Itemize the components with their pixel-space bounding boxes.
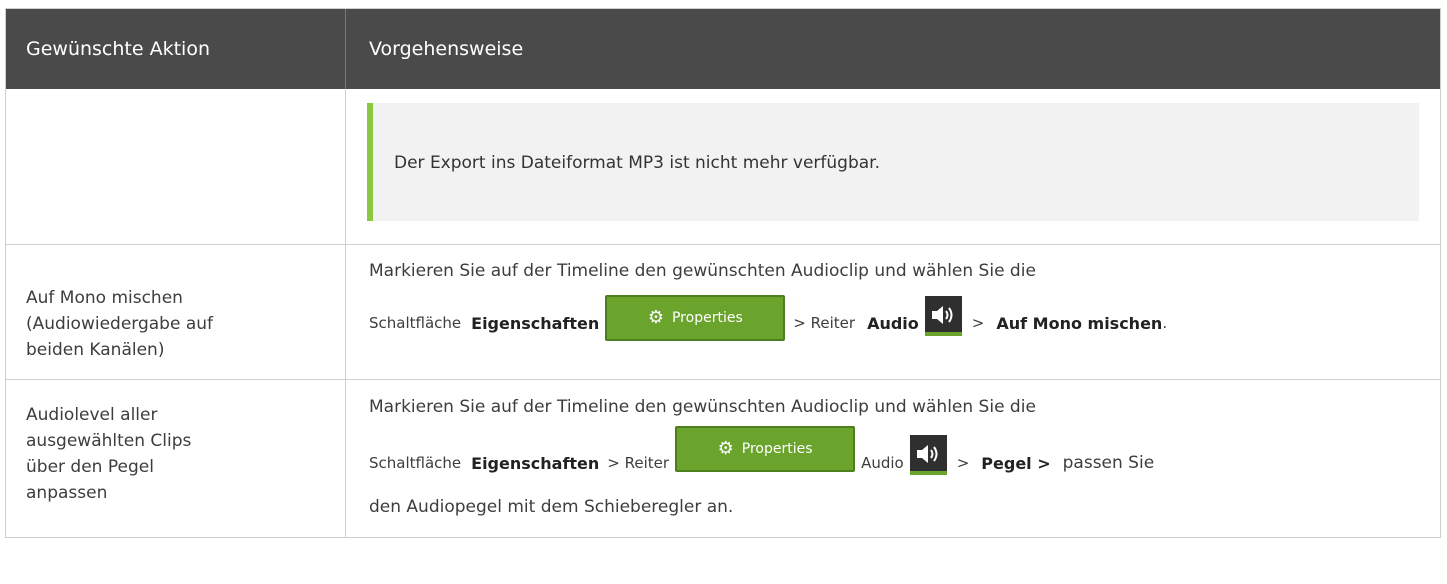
note-box: Der Export ins Dateiformat MP3 ist nicht…	[367, 103, 1419, 221]
procedure-line: Markieren Sie auf der Timeline den gewün…	[369, 397, 1036, 417]
procedure-line: Schaltfläche Eigenschaften > Reiter ⚙ Pr…	[369, 426, 1155, 486]
text-fragment: >	[956, 454, 970, 472]
action-cell-mono: Auf Mono mischen (Audiowiedergabe auf be…	[6, 245, 346, 379]
note-text: Der Export ins Dateiformat MP3 ist nicht…	[394, 153, 880, 173]
action-line: anpassen	[26, 483, 108, 503]
text-fragment: .	[1162, 314, 1168, 332]
mono-label: Auf Mono mischen	[996, 313, 1163, 333]
gear-icon: ⚙	[647, 307, 664, 328]
action-line: (Audiowiedergabe auf	[26, 314, 214, 334]
instructions-table: Gewünschte Aktion Vorgehensweise Der Exp…	[5, 8, 1441, 538]
eigenschaften-label: Eigenschaften	[471, 453, 600, 473]
action-line: über den Pegel	[26, 457, 154, 477]
procedure-cell-mono: Markieren Sie auf der Timeline den gewün…	[346, 245, 1440, 379]
properties-button[interactable]: ⚙ Properties	[605, 295, 786, 341]
procedure-line: Schaltfläche Eigenschaften ⚙ Properties …	[369, 295, 1168, 348]
text-fragment: >	[971, 314, 985, 332]
text-fragment: Audio	[861, 454, 904, 472]
text-fragment: > Reiter	[607, 454, 670, 472]
table-header: Gewünschte Aktion Vorgehensweise	[6, 9, 1440, 89]
speaker-icon-glyph	[931, 306, 953, 324]
procedure-line: Markieren Sie auf der Timeline den gewün…	[369, 261, 1036, 281]
text-fragment: Schaltfläche	[369, 454, 462, 472]
table-row-mono: Auf Mono mischen (Audiowiedergabe auf be…	[6, 245, 1440, 380]
action-line: Audiolevel aller	[26, 405, 158, 425]
text-fragment: Schaltfläche	[369, 314, 462, 332]
action-cell-level: Audiolevel aller ausgewählten Clips über…	[6, 380, 346, 537]
properties-button-label: Properties	[671, 310, 743, 326]
action-line: Auf Mono mischen	[26, 288, 183, 308]
audio-label: Audio	[867, 313, 919, 333]
header-procedure: Vorgehensweise	[369, 38, 524, 60]
table-row-level: Audiolevel aller ausgewählten Clips über…	[6, 380, 1440, 537]
speaker-icon[interactable]	[924, 296, 962, 336]
action-line: beiden Kanälen)	[26, 340, 165, 360]
eigenschaften-label: Eigenschaften	[471, 313, 600, 333]
empty-cell	[6, 89, 346, 244]
gear-icon: ⚙	[717, 438, 734, 459]
speaker-icon-glyph	[916, 445, 938, 463]
procedure-line: den Audiopegel mit dem Schieberegler an.	[369, 497, 734, 517]
header-action: Gewünschte Aktion	[6, 9, 346, 89]
text-fragment: passen Sie	[1062, 453, 1155, 473]
pegel-label: Pegel >	[981, 453, 1051, 473]
note-cell: Der Export ins Dateiformat MP3 ist nicht…	[346, 89, 1440, 244]
properties-button[interactable]: ⚙ Properties	[675, 426, 856, 472]
procedure-cell-level: Markieren Sie auf der Timeline den gewün…	[346, 380, 1440, 537]
action-line: ausgewählten Clips	[26, 431, 192, 451]
properties-button-label: Properties	[741, 441, 813, 457]
speaker-icon[interactable]	[909, 435, 947, 475]
text-fragment: > Reiter	[793, 314, 856, 332]
table-row-note: Der Export ins Dateiformat MP3 ist nicht…	[6, 89, 1440, 245]
